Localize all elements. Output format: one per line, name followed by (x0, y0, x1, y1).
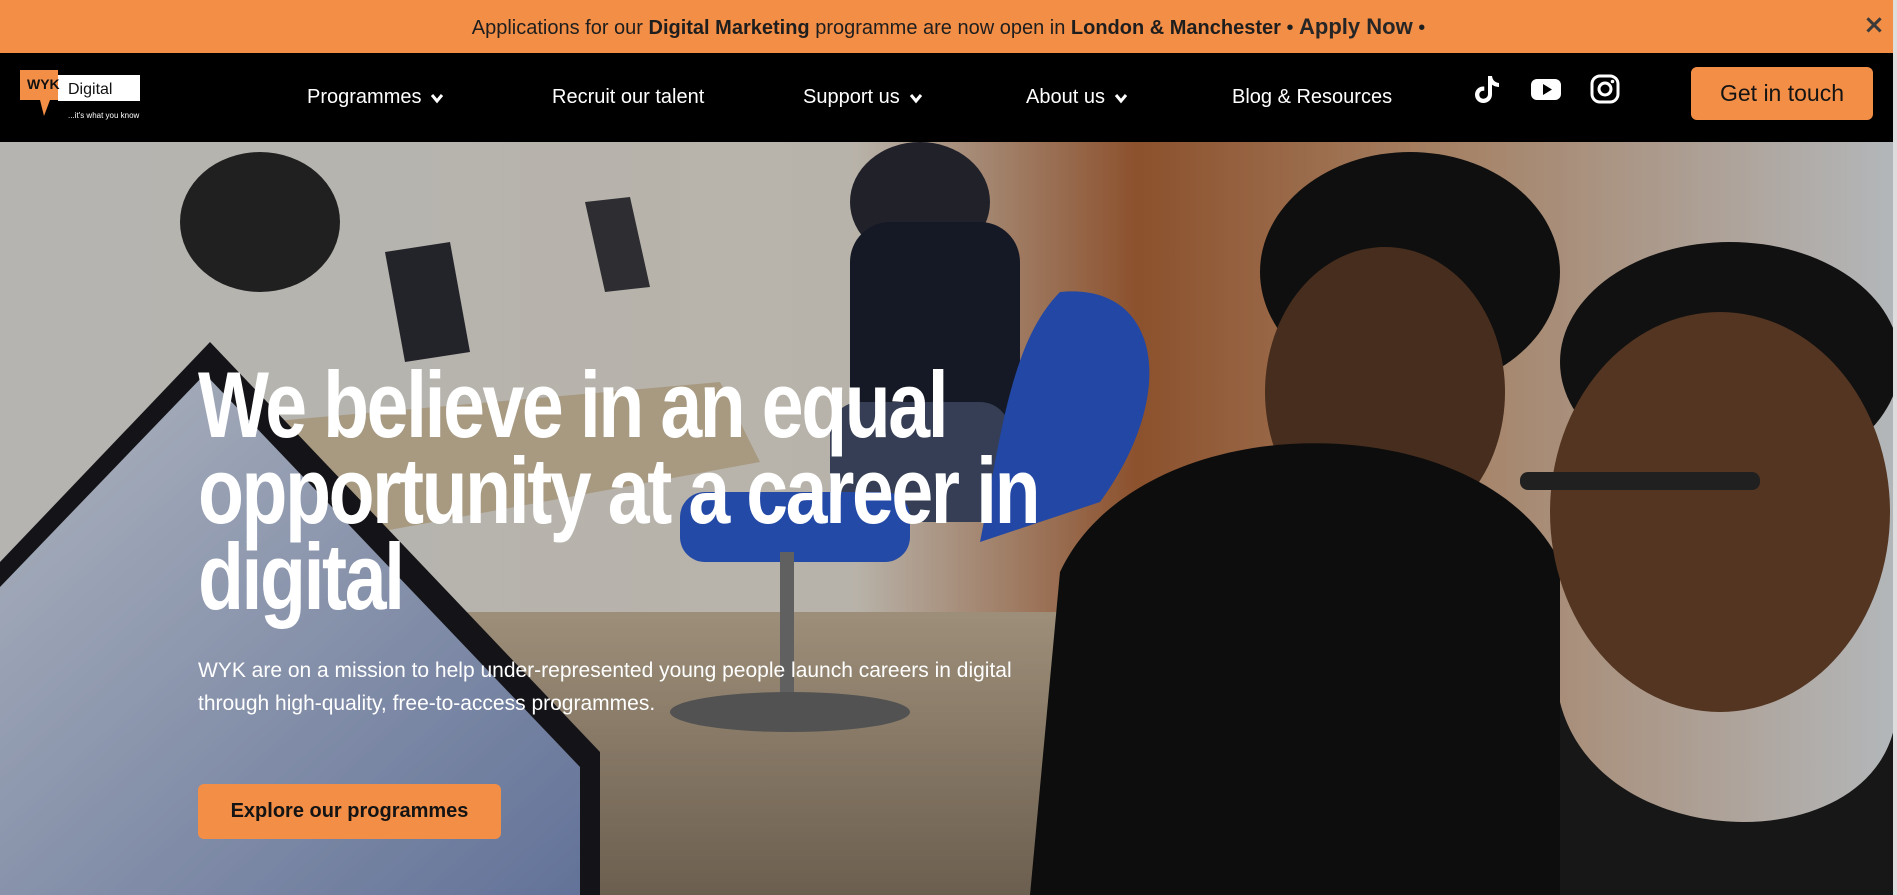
hero-subtitle: WYK are on a mission to help under-repre… (198, 654, 1198, 720)
youtube-icon[interactable] (1530, 73, 1562, 105)
site-header: WYK Digital ...it's what you know Progra… (0, 53, 1897, 142)
hero-title: We believe in an equal opportunity at a … (198, 352, 1041, 629)
nav-blog-label: Blog & Resources (1232, 86, 1393, 108)
nav-programmes-label: Programmes (307, 86, 422, 108)
announcement-pre: Applications for our (471, 16, 649, 39)
logo-tagline: ...it's what you know (68, 111, 140, 120)
announcement-mid: programme are now open in (809, 16, 1071, 39)
hero-title-line: digital (198, 524, 405, 629)
nav-recruit-our-talent[interactable]: Recruit our talent (552, 53, 704, 142)
explore-programmes-button[interactable]: Explore our programmes (198, 784, 501, 839)
wyk-digital-logo[interactable]: WYK Digital ...it's what you know (20, 70, 144, 126)
announcement-separator: • (1280, 16, 1300, 39)
announcement-programme: Digital Marketing (648, 16, 810, 39)
chevron-down-icon (431, 93, 444, 103)
instagram-icon[interactable] (1589, 73, 1621, 105)
nav-recruit-label: Recruit our talent (552, 86, 705, 108)
hero-title-line: opportunity at a career in (198, 438, 1041, 543)
hero-subtitle-line: through high-quality, free-to-access pro… (198, 692, 656, 715)
nav-programmes[interactable]: Programmes (307, 53, 445, 142)
announcement-text: Applications for our Digital Marketing p… (472, 14, 1426, 40)
hero-subtitle-line: WYK are on a mission to help under-repre… (198, 659, 1012, 682)
hero-section: We believe in an equal opportunity at a … (0, 142, 1897, 895)
announcement-banner: Applications for our Digital Marketing p… (0, 0, 1897, 53)
logo-name: Digital (68, 81, 112, 98)
nav-about-us[interactable]: About us (1026, 53, 1129, 142)
apply-now-link[interactable]: Apply Now (1299, 14, 1413, 39)
page-scrollbar[interactable] (1893, 0, 1897, 895)
close-icon[interactable]: × (1861, 12, 1887, 38)
chevron-down-icon (1114, 93, 1128, 103)
logo-brand: WYK (27, 76, 60, 92)
nav-support-label: Support us (803, 86, 900, 108)
announcement-separator-end: • (1412, 16, 1426, 39)
hero-title-line: We believe in an equal (198, 352, 949, 457)
announcement-cities: London & Manchester (1070, 16, 1281, 39)
chevron-down-icon (909, 93, 922, 103)
tiktok-icon[interactable] (1470, 73, 1502, 105)
get-in-touch-button[interactable]: Get in touch (1691, 67, 1873, 120)
nav-support-us[interactable]: Support us (803, 53, 924, 142)
nav-blog-resources[interactable]: Blog & Resources (1232, 53, 1392, 142)
nav-about-label: About us (1026, 86, 1105, 108)
